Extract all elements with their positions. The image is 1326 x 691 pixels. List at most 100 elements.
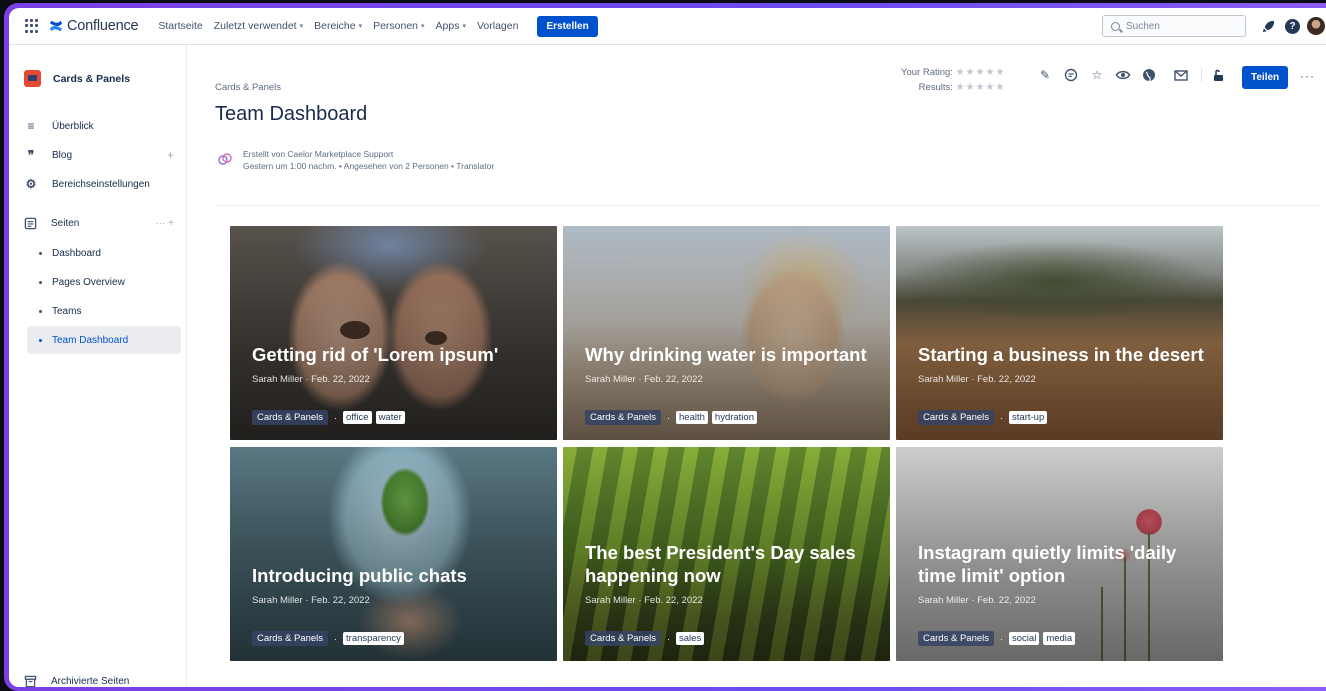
- sidebar-item-label: Seiten: [51, 218, 80, 229]
- unlock-icon[interactable]: [1210, 67, 1226, 83]
- mail-icon[interactable]: [1173, 67, 1189, 83]
- page-tree-item[interactable]: Pages Overview: [27, 268, 181, 296]
- results-stars: ★★★★★: [955, 82, 1006, 93]
- pages-actions-icon[interactable]: ··· +: [155, 218, 174, 229]
- star-icon[interactable]: ☆: [1089, 67, 1105, 83]
- page-tree-item[interactable]: Teams: [27, 297, 181, 325]
- nav-item-vorlagen[interactable]: Vorlagen: [477, 20, 518, 32]
- card-tags: Cards & Panels · office water: [252, 410, 409, 425]
- confluence-logo[interactable]: Confluence: [49, 18, 139, 34]
- search-input[interactable]: Suchen: [1102, 15, 1246, 37]
- card-label-tag[interactable]: water: [375, 411, 405, 424]
- card-space-badge[interactable]: Cards & Panels: [252, 631, 329, 646]
- tag-separator: ·: [1000, 412, 1004, 423]
- bullet-icon: [39, 280, 42, 284]
- page-title: Team Dashboard: [215, 103, 368, 125]
- card-space-badge[interactable]: Cards & Panels: [918, 631, 995, 646]
- card-image-overlay: [230, 447, 557, 661]
- sidebar-item-space-settings[interactable]: ⚙ Bereichseinstellungen: [24, 177, 174, 191]
- your-rating-label: Your Rating:: [901, 67, 953, 78]
- nav-item-label: Startseite: [158, 20, 203, 32]
- sidebar-item-label: Bereichseinstellungen: [52, 178, 150, 190]
- blog-card[interactable]: Why drinking water is important Sarah Mil…: [563, 226, 890, 440]
- card-label-tag[interactable]: hydration: [711, 411, 757, 424]
- card-label-tag[interactable]: sales: [676, 632, 705, 645]
- card-label-tag[interactable]: media: [1043, 632, 1076, 645]
- edit-pencil-icon[interactable]: ✎: [1037, 67, 1053, 83]
- space-name: Cards & Panels: [53, 72, 131, 85]
- page-tree-item-label: Team Dashboard: [52, 334, 129, 346]
- page-tree-item-label: Pages Overview: [52, 276, 125, 288]
- sidebar-item-archived-pages[interactable]: Archivierte Seiten: [24, 675, 174, 687]
- blog-card[interactable]: The best President's Day sales happening…: [563, 447, 890, 661]
- card-label-tag[interactable]: office: [343, 411, 372, 424]
- card-label-tag[interactable]: health: [676, 411, 708, 424]
- page-tree-item[interactable]: Team Dashboard: [27, 326, 181, 354]
- app-switcher-icon[interactable]: [25, 19, 39, 33]
- card-title[interactable]: Starting a business in the desert: [918, 343, 1208, 366]
- card-label-tag[interactable]: transparency: [343, 632, 404, 645]
- nav-item-bereiche[interactable]: Bereiche ▾: [314, 20, 362, 32]
- sidebar: Cards & Panels ≡ Überblick ❞ Blog + ⚙ Be…: [9, 45, 187, 687]
- sidebar-item-pages[interactable]: Seiten ··· +: [24, 217, 174, 230]
- card-title[interactable]: Introducing public chats: [252, 564, 542, 587]
- blog-card[interactable]: Introducing public chats Sarah Miller · F…: [230, 447, 557, 661]
- card-space-badge[interactable]: Cards & Panels: [585, 410, 662, 425]
- user-avatar[interactable]: [1307, 17, 1325, 35]
- your-rating-stars[interactable]: ★★★★★: [956, 67, 1006, 78]
- card-space-badge[interactable]: Cards & Panels: [918, 410, 995, 425]
- chevron-down-icon: ▾: [421, 23, 425, 30]
- space-header[interactable]: Cards & Panels: [24, 70, 130, 87]
- watch-eye-icon[interactable]: [1115, 67, 1131, 83]
- main-content: Cards & Panels Team Dashboard Erstellt v…: [187, 45, 1326, 687]
- nav-item-label: Apps: [435, 20, 460, 32]
- card-title[interactable]: Getting rid of 'Lorem ipsum': [252, 343, 542, 366]
- sidebar-item-label: Archivierte Seiten: [51, 676, 130, 687]
- tag-separator: ·: [334, 412, 338, 423]
- nav-item-label: Personen: [373, 20, 419, 32]
- add-blog-icon[interactable]: +: [167, 148, 174, 162]
- app-name: Confluence: [67, 18, 139, 34]
- card-space-badge[interactable]: Cards & Panels: [585, 631, 662, 646]
- quote-icon: ❞: [27, 148, 35, 162]
- sidebar-item-label: Blog: [52, 149, 73, 161]
- card-label-tag[interactable]: start-up: [1009, 411, 1048, 424]
- blog-card[interactable]: Getting rid of 'Lorem ipsum' Sarah Miller…: [230, 226, 557, 440]
- author-avatar-icon: [218, 153, 232, 165]
- space-logo-icon: [24, 70, 41, 87]
- more-actions-icon[interactable]: ···: [1300, 69, 1315, 83]
- card-image-overlay: [230, 226, 557, 440]
- blog-card[interactable]: Starting a business in the desert Sarah M…: [896, 226, 1223, 440]
- notifications-rocket-icon[interactable]: [1261, 19, 1276, 34]
- sidebar-item-blog[interactable]: ❞ Blog +: [24, 148, 174, 162]
- nav-item-startseite[interactable]: Startseite: [158, 20, 202, 32]
- create-button[interactable]: Erstellen: [537, 15, 598, 37]
- nav-item-personen[interactable]: Personen ▾: [373, 20, 424, 32]
- blog-card[interactable]: Instagram quietly limits 'daily time lim…: [896, 447, 1223, 661]
- card-image-overlay: [563, 226, 890, 440]
- help-icon[interactable]: ?: [1285, 19, 1300, 34]
- tag-separator: ·: [334, 633, 338, 644]
- tag-separator: ·: [667, 412, 671, 423]
- card-title[interactable]: Instagram quietly limits 'daily time lim…: [918, 541, 1208, 587]
- confluence-window: Confluence Startseite Zuletzt verwendet ▾ B…: [9, 8, 1326, 687]
- card-tags: Cards & Panels · social media: [918, 631, 1079, 646]
- card-title[interactable]: The best President's Day sales happening…: [585, 541, 875, 587]
- card-tags: Cards & Panels · start-up: [918, 410, 1051, 425]
- card-title[interactable]: Why drinking water is important: [585, 343, 875, 366]
- breadcrumb[interactable]: Cards & Panels: [215, 82, 281, 93]
- comment-icon[interactable]: [1063, 67, 1079, 83]
- gear-icon: ⚙: [25, 177, 37, 191]
- bullet-icon: [39, 309, 42, 313]
- sidebar-item-overview[interactable]: ≡ Überblick: [24, 119, 174, 133]
- card-tags: Cards & Panels · transparency: [252, 631, 408, 646]
- chevron-down-icon: ▾: [358, 23, 363, 30]
- translate-globe-icon[interactable]: [1141, 67, 1157, 83]
- nav-item-zuletzt-verwendet[interactable]: Zuletzt verwendet ▾: [214, 20, 303, 32]
- card-image-overlay: [896, 226, 1223, 440]
- page-tree-item[interactable]: Dashboard: [27, 239, 181, 267]
- nav-item-apps[interactable]: Apps ▾: [436, 20, 466, 32]
- card-space-badge[interactable]: Cards & Panels: [252, 410, 329, 425]
- card-label-tag[interactable]: social: [1009, 632, 1040, 645]
- share-button[interactable]: Teilen: [1242, 66, 1289, 89]
